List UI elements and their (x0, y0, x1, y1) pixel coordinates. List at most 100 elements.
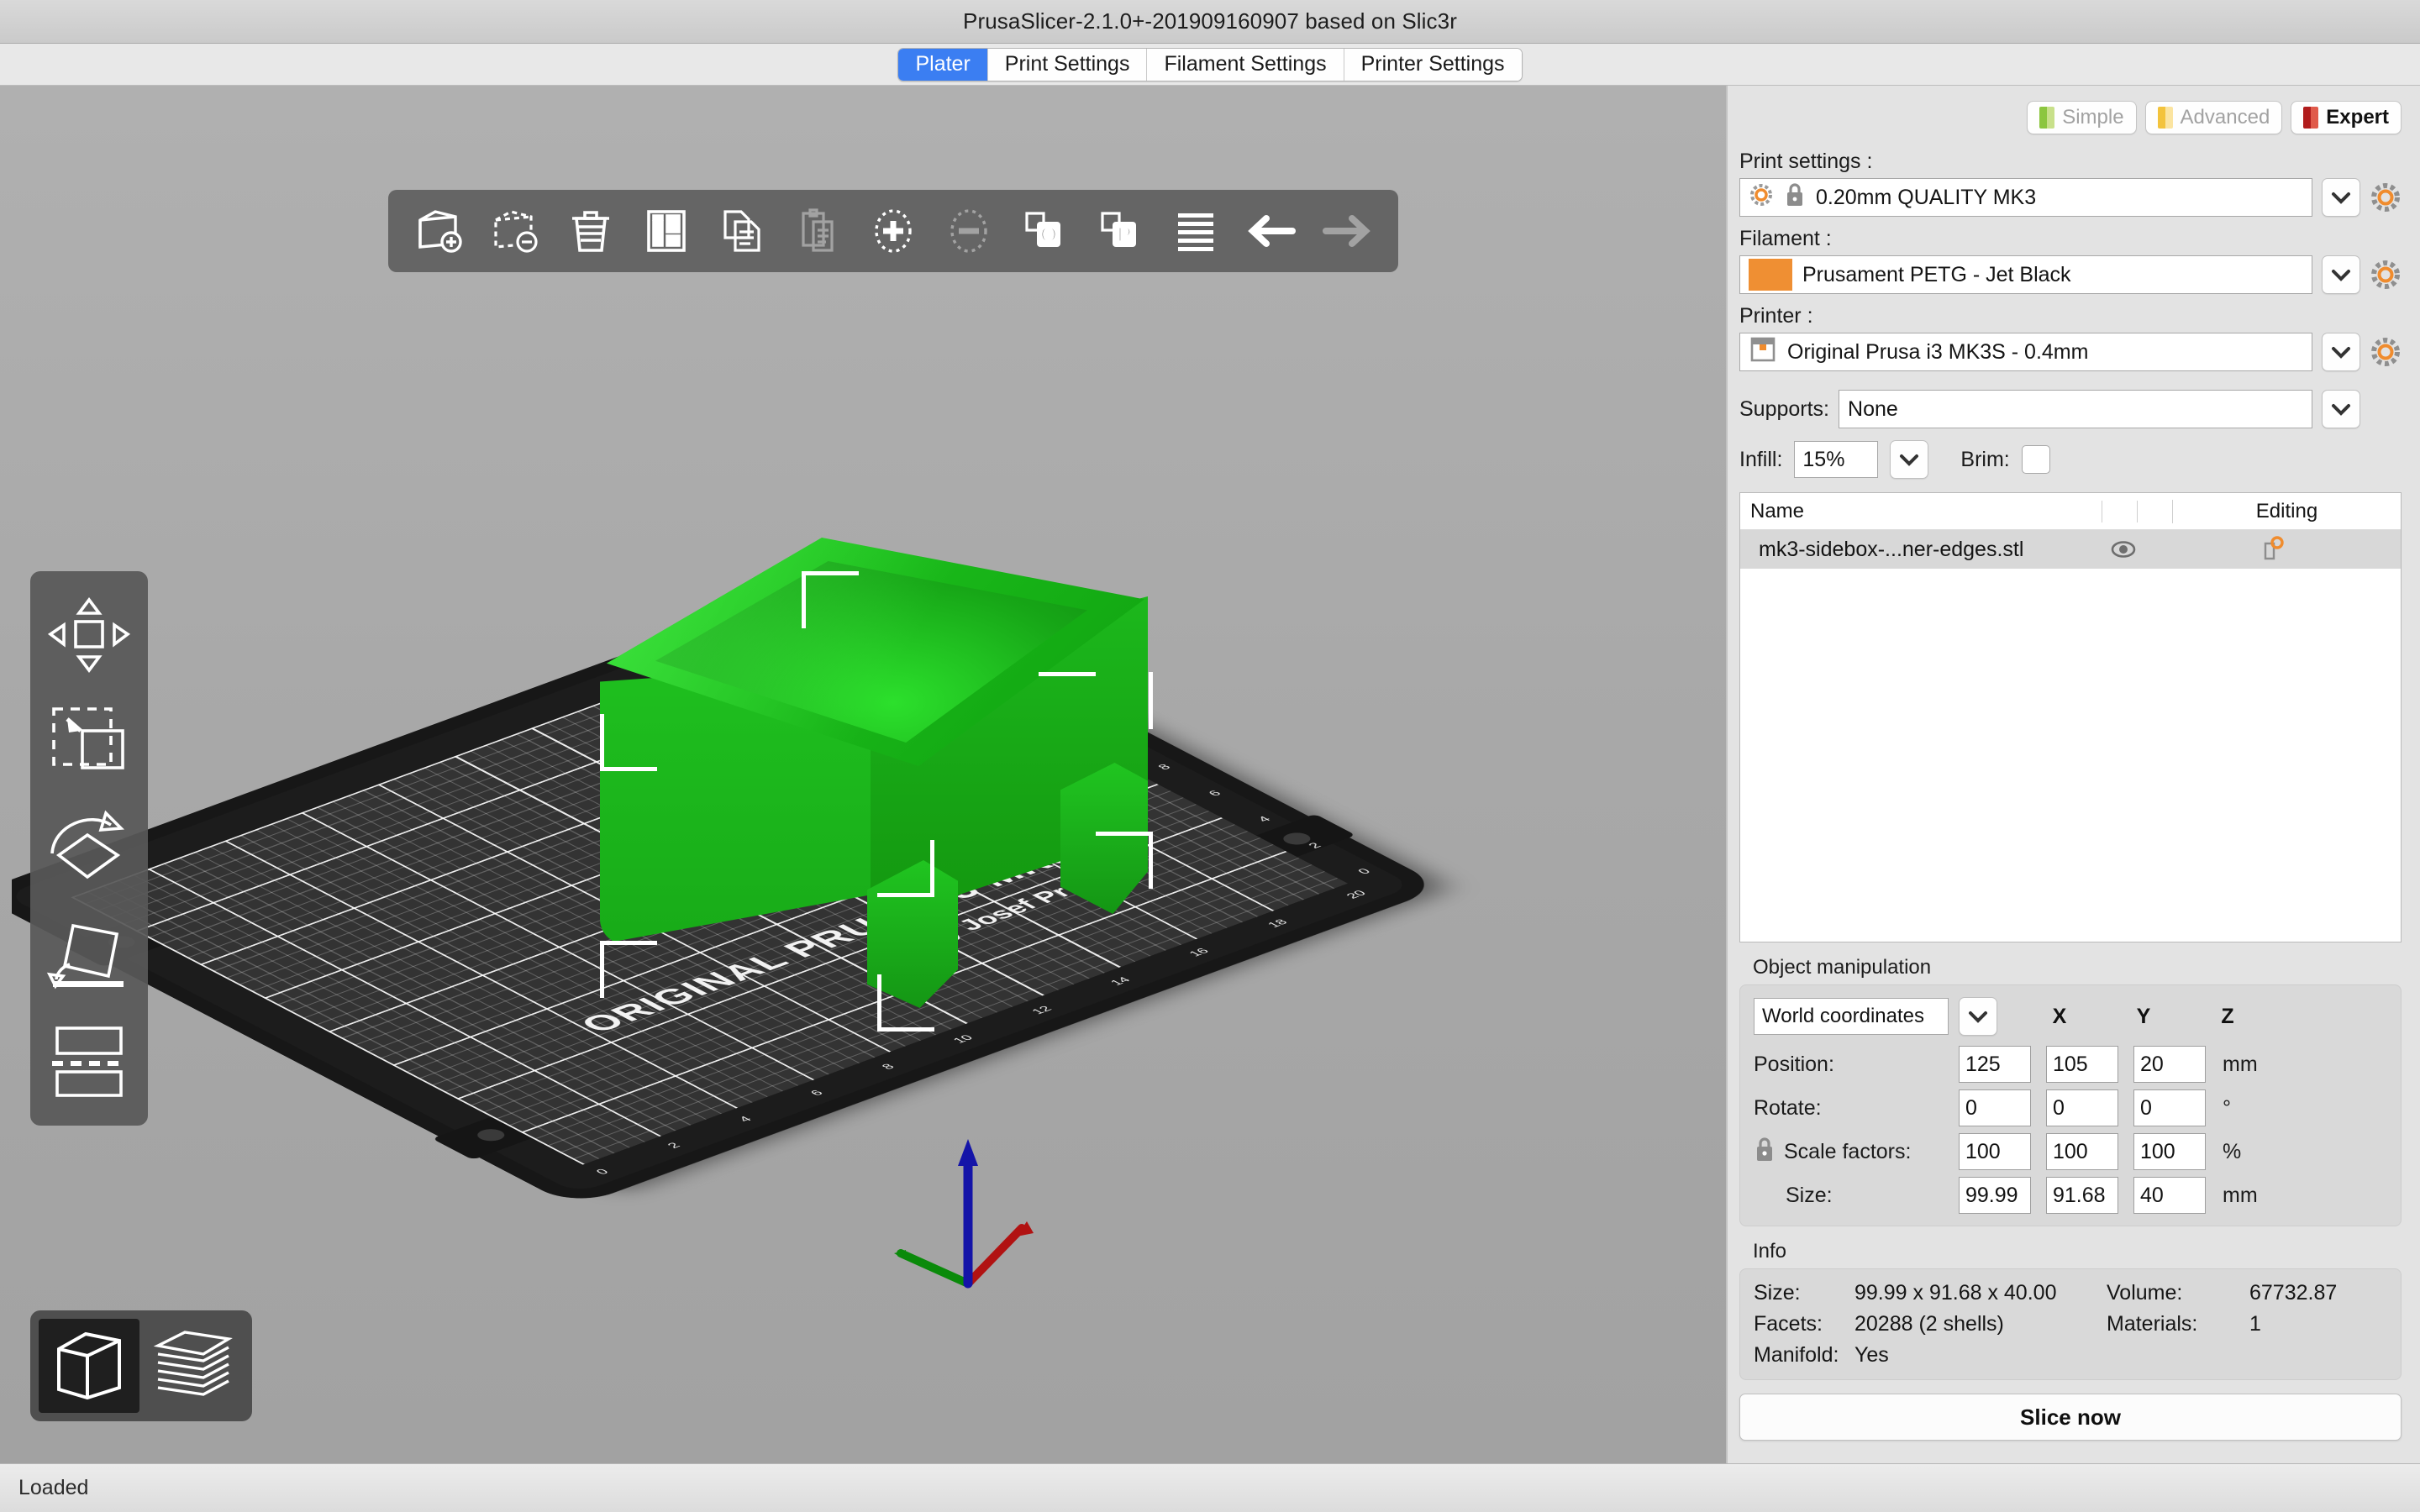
filament-edit-gear-icon[interactable] (2370, 259, 2402, 291)
remove-instance-button[interactable] (936, 198, 1002, 264)
object-name: mk3-sidebox-...ner-edges.stl (1759, 537, 2024, 561)
info-volume-key: Volume: (2107, 1281, 2183, 1305)
mode-advanced-button[interactable]: Advanced (2144, 101, 2283, 134)
lock-icon (1784, 182, 1806, 213)
mode-expert-button[interactable]: Expert (2291, 101, 2402, 134)
info-materials-value: 1 (2249, 1312, 2261, 1336)
scale-x-input[interactable]: 100 (1959, 1133, 2031, 1170)
filament-combo[interactable]: Prusament PETG - Jet Black (1739, 255, 2312, 294)
rotate-unit: ° (2223, 1095, 2231, 1120)
info-facets-key: Facets: (1754, 1312, 1823, 1336)
position-y-input[interactable]: 105 (2046, 1046, 2118, 1083)
column-editing: Editing (2172, 499, 2401, 523)
redo-button[interactable] (1314, 198, 1380, 264)
delete-object-button[interactable] (482, 198, 548, 264)
mode-expert-label: Expert (2326, 106, 2389, 129)
add-instance-button[interactable] (860, 198, 926, 264)
scale-y-input[interactable]: 100 (2046, 1133, 2118, 1170)
preview-view-button[interactable] (143, 1319, 244, 1413)
tab-filament-settings[interactable]: Filament Settings (1147, 48, 1344, 81)
size-z-input[interactable]: 40 (2133, 1177, 2206, 1214)
print-settings-edit-gear-icon[interactable] (2370, 181, 2402, 213)
axis-header-x: X (2052, 1004, 2067, 1028)
slice-now-button[interactable]: Slice now (1739, 1394, 2402, 1441)
tab-plater[interactable]: Plater (898, 48, 988, 81)
object-manipulation-group: Object manipulation World coordinates X … (1739, 956, 2402, 1226)
scale-unit: % (2223, 1139, 2242, 1163)
svg-text:O: O (1040, 222, 1057, 247)
right-sidebar: Simple Advanced Expert Print settings : (1728, 86, 2420, 1463)
coordinate-system-combo[interactable]: World coordinates (1754, 998, 1949, 1035)
supports-combo[interactable]: None (1839, 390, 2312, 428)
brim-checkbox[interactable] (2021, 445, 2050, 474)
printer-dropdown-button[interactable] (2322, 333, 2360, 371)
rotate-gizmo-button[interactable] (37, 795, 141, 899)
undo-button[interactable] (1239, 198, 1304, 264)
cut-gizmo-button[interactable] (37, 1006, 141, 1110)
info-size-value: 99.99 x 91.68 x 40.00 (1854, 1281, 2057, 1305)
editor-view-button[interactable] (39, 1319, 139, 1413)
info-materials-key: Materials: (2107, 1312, 2198, 1336)
position-z-input[interactable]: 20 (2133, 1046, 2206, 1083)
infill-input[interactable]: 15% (1794, 441, 1879, 478)
coordinate-system-dropdown-button[interactable] (1959, 997, 1997, 1036)
mode-simple-label: Simple (2062, 106, 2124, 129)
axis-header-y: Y (2136, 1004, 2151, 1028)
svg-text:P: P (1117, 222, 1131, 247)
copy-button[interactable] (709, 198, 775, 264)
tab-print-settings[interactable]: Print Settings (987, 48, 1148, 81)
origin-axis-indicator (894, 1126, 1096, 1336)
size-y-input[interactable]: 91.68 (2046, 1177, 2118, 1214)
position-x-input[interactable]: 125 (1959, 1046, 2031, 1083)
advanced-mode-swatch-icon (2157, 107, 2173, 129)
layers-editing-button[interactable] (1163, 198, 1228, 264)
object-list[interactable]: Name Editing mk3-sidebox-...ner-edges.st… (1739, 492, 2402, 942)
supports-label: Supports: (1739, 396, 1830, 421)
tab-strip: Plater Print Settings Filament Settings … (0, 44, 2420, 86)
object-list-header: Name Editing (1740, 493, 2401, 530)
object-list-row[interactable]: mk3-sidebox-...ner-edges.stl (1740, 530, 2401, 569)
add-object-button[interactable] (407, 198, 472, 264)
printer-value: Original Prusa i3 MK3S - 0.4mm (1787, 339, 2089, 364)
size-row: Size: 99.99 91.68 40 mm (1754, 1177, 2387, 1214)
scale-z-input[interactable]: 100 (2133, 1133, 2206, 1170)
uniform-scale-lock-icon[interactable] (1754, 1136, 1776, 1168)
filament-label: Filament : (1739, 227, 1832, 250)
simple-mode-swatch-icon (2039, 107, 2055, 129)
delete-all-button[interactable] (558, 198, 623, 264)
model-object-mk3-sidebox[interactable] (600, 538, 1148, 1008)
eye-icon[interactable] (2102, 538, 2145, 560)
prusaslicer-window: PrusaSlicer-2.1.0+-201909160907 based on… (0, 0, 2420, 1512)
split-to-parts-button[interactable]: P (1087, 198, 1153, 264)
preset-gear-icon (1749, 182, 1774, 213)
rotate-row: Rotate: 0 0 0 ° (1754, 1089, 2387, 1126)
infill-dropdown-button[interactable] (1890, 440, 1929, 479)
printer-combo[interactable]: Original Prusa i3 MK3S - 0.4mm (1739, 333, 2312, 371)
scale-gizmo-button[interactable] (37, 689, 141, 793)
infill-value: 15% (1802, 447, 1845, 471)
size-x-input[interactable]: 99.99 (1959, 1177, 2031, 1214)
printer-edit-gear-icon[interactable] (2370, 336, 2402, 368)
paste-button[interactable] (785, 198, 850, 264)
rotate-x-input[interactable]: 0 (1959, 1089, 2031, 1126)
mode-simple-button[interactable]: Simple (2027, 101, 2137, 134)
print-settings-dropdown-button[interactable] (2322, 178, 2360, 217)
position-row: Position: 125 105 20 mm (1754, 1046, 2387, 1083)
tab-printer-settings[interactable]: Printer Settings (1344, 48, 1522, 81)
print-settings-combo[interactable]: 0.20mm QUALITY MK3 (1739, 178, 2312, 217)
supports-dropdown-button[interactable] (2322, 390, 2360, 428)
rotate-y-input[interactable]: 0 (2046, 1089, 2118, 1126)
plater-3d-canvas[interactable]: ORIGINAL PRUSA i3 MK3 by Josef Prusa 0 2… (0, 86, 1728, 1463)
axis-header-z: Z (2221, 1004, 2234, 1028)
info-size-key: Size: (1754, 1281, 1801, 1305)
info-facets-value: 20288 (2 shells) (1854, 1312, 2004, 1336)
printer-label: Printer : (1739, 304, 1813, 328)
object-settings-icon[interactable] (2145, 535, 2401, 564)
move-gizmo-button[interactable] (37, 583, 141, 687)
arrange-button[interactable] (634, 198, 699, 264)
place-on-face-gizmo-button[interactable] (37, 900, 141, 1005)
filament-dropdown-button[interactable] (2322, 255, 2360, 294)
rotate-z-input[interactable]: 0 (2133, 1089, 2206, 1126)
split-to-objects-button[interactable]: O (1012, 198, 1077, 264)
info-manifold-value: Yes (1854, 1343, 1889, 1367)
